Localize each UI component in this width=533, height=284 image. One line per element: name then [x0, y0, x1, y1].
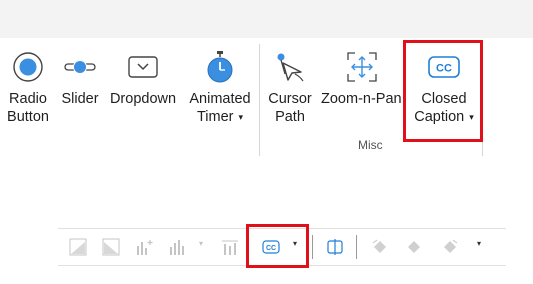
bar-chart-icon[interactable]: [166, 235, 190, 259]
chevron-down-icon: ▾: [238, 112, 244, 123]
keyframe-next-icon[interactable]: [438, 235, 462, 259]
keyframe-previous-icon[interactable]: [368, 235, 392, 259]
ribbon-tab-strip: [0, 0, 533, 38]
bar-chart-add-icon[interactable]: [133, 235, 157, 259]
dropdown-label: Dropdown: [109, 91, 177, 107]
slider-label: Slider: [61, 91, 99, 107]
radio-button-label: Radio Button: [7, 91, 49, 125]
chevron-down-icon[interactable]: ▾: [477, 239, 481, 248]
area-chart-reverse-icon[interactable]: [99, 235, 123, 259]
animated-timer-button[interactable]: Animated Timer ▾: [185, 48, 255, 132]
stopwatch-icon: [200, 48, 240, 86]
animated-timer-label: Animated Timer ▾: [189, 91, 251, 125]
group-divider: [259, 44, 260, 156]
dropdown-icon: [123, 48, 163, 86]
keyframe-icon[interactable]: [402, 235, 426, 259]
zoom-n-pan-label: Zoom-n-Pan: [321, 91, 402, 107]
highlight-box: [403, 40, 483, 142]
highlight-box: [246, 224, 309, 268]
zoom-n-pan-icon: [342, 48, 382, 86]
toolbar-divider: [312, 235, 313, 259]
dropdown-button[interactable]: Dropdown: [106, 48, 180, 132]
slider-button[interactable]: Slider: [58, 48, 102, 132]
group-label-misc: Misc: [358, 138, 383, 152]
chevron-down-icon[interactable]: ▾: [199, 239, 203, 248]
zoom-n-pan-button[interactable]: Zoom-n-Pan: [318, 48, 406, 132]
radio-button-button[interactable]: Radio Button: [5, 48, 51, 132]
cursor-path-label: Cursor Path: [268, 91, 312, 125]
toolbar-divider: [356, 235, 357, 259]
radio-button-icon: [8, 48, 48, 86]
split-view-icon[interactable]: [323, 235, 347, 259]
cursor-path-button[interactable]: Cursor Path: [265, 48, 315, 132]
column-chart-icon[interactable]: [218, 235, 242, 259]
slider-icon: [60, 48, 100, 86]
cursor-path-icon: [270, 48, 310, 86]
area-chart-icon[interactable]: [66, 235, 90, 259]
